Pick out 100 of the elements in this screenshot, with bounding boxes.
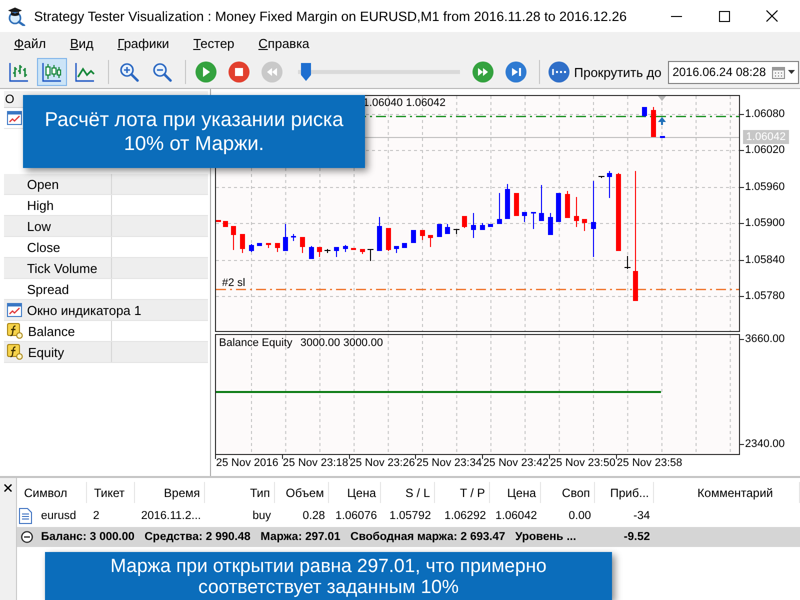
candlestick <box>360 248 365 254</box>
scroll-to-button[interactable]: Прокрутить до <box>545 58 666 86</box>
candlestick <box>394 246 399 254</box>
candlestick <box>283 224 288 252</box>
time-label: 25 Nov 23:50 <box>550 457 616 470</box>
row-label: Окно индикатора 1 <box>27 302 142 318</box>
candlestick <box>471 212 476 238</box>
row-label: Balance <box>28 324 75 338</box>
function-icon <box>7 323 23 339</box>
candlestick <box>480 222 485 230</box>
rewind-icon <box>261 61 283 83</box>
row-label: Open <box>27 176 59 192</box>
column-header[interactable]: T / P <box>435 482 490 503</box>
time-label: 25 Nov 23:18 <box>282 457 348 470</box>
column-header[interactable]: Тип <box>205 482 275 503</box>
arrow-up-icon <box>658 117 666 125</box>
collapse-button[interactable] <box>21 531 33 543</box>
profit-total: -9.52 <box>622 530 651 545</box>
document-icon <box>19 508 32 524</box>
candlestick <box>574 196 579 228</box>
price-label: 1.05840 <box>745 252 785 267</box>
price-label: 1.06020 <box>745 143 785 158</box>
stop-loss-label: #2 sl <box>222 277 246 290</box>
candlestick <box>402 242 407 248</box>
candlestick <box>275 242 280 252</box>
candlestick <box>505 184 510 220</box>
price-label: 1.05960 <box>745 180 785 194</box>
column-header[interactable]: Цена <box>329 482 381 503</box>
price-label: 2340.00 <box>745 437 785 451</box>
column-header[interactable]: Цена <box>490 482 541 503</box>
chart-mode-button[interactable] <box>37 58 67 86</box>
chart-window-icon <box>7 303 22 317</box>
function-icon <box>7 344 23 360</box>
menu-item[interactable]: Вид <box>58 33 106 55</box>
row-label: High <box>27 198 54 212</box>
table-cell-text: 1.06042 <box>494 508 538 524</box>
candlestick <box>351 248 356 250</box>
callout: Расчёт лота при указании риска 10% от Маржи. <box>23 95 365 168</box>
column-header[interactable]: Время <box>135 482 205 503</box>
summary-item: Баланс: 3 000.00 <box>41 531 134 543</box>
zoom-in-icon <box>119 62 139 82</box>
column-header[interactable]: Тикет <box>87 482 135 503</box>
candlestick <box>334 246 339 258</box>
candlestick <box>291 234 296 242</box>
line-chart-icon <box>75 62 95 82</box>
summary-item: Средства: 2 990.48 <box>144 531 251 543</box>
indicator-values: 3000.00 3000.00 <box>300 337 383 350</box>
candlestick <box>497 192 502 224</box>
caret-icon[interactable] <box>788 70 796 74</box>
maximize-icon <box>718 10 730 22</box>
candlestick <box>257 242 262 246</box>
menu-item[interactable]: Справка <box>246 33 322 55</box>
table-cell-text: -34 <box>632 508 651 524</box>
column-header[interactable]: Объем <box>275 482 329 503</box>
column-header[interactable]: Приб... <box>595 482 654 503</box>
column-header[interactable]: Комментарий <box>654 482 800 503</box>
candlestick <box>324 248 331 254</box>
current-price-label: 1.06042 <box>743 130 789 144</box>
play-icon <box>195 61 217 83</box>
date-field[interactable]: 2016.06.24 08:28 <box>668 60 800 84</box>
row-label: Equity <box>28 344 64 360</box>
candlestick <box>300 236 305 254</box>
menu-item[interactable]: Графики <box>106 33 182 55</box>
zoom-out-icon <box>152 62 172 82</box>
candlestick <box>556 192 561 222</box>
table-cell-text: 1.06292 <box>443 508 487 524</box>
close-icon <box>766 10 778 22</box>
dotted-circle-icon <box>548 61 570 83</box>
candlestick <box>386 228 391 252</box>
time-label: 25 Nov 2016 <box>216 457 278 470</box>
menu-item[interactable]: Тестер <box>181 33 246 55</box>
column-header[interactable]: S / L <box>381 482 435 503</box>
table-cell-text: 0.28 <box>302 508 326 524</box>
candlestick <box>488 224 493 228</box>
row-label: Tick Volume <box>27 260 98 276</box>
candlestick <box>377 216 382 252</box>
column-header[interactable]: Символ <box>17 482 87 503</box>
price-readout: 1.06040 1.06042 <box>363 97 446 110</box>
close-button[interactable] <box>2 481 14 494</box>
candlestick <box>548 212 553 236</box>
candlestick <box>317 246 322 258</box>
candlestick <box>642 106 647 118</box>
price-label: 3660.00 <box>745 332 785 346</box>
chart-window-icon <box>7 111 22 125</box>
candlestick <box>367 248 374 262</box>
slider-thumb[interactable] <box>301 63 312 81</box>
price-label: 1.06080 <box>745 107 785 121</box>
table-cell-text: buy <box>251 508 272 524</box>
column-header[interactable]: Своп <box>541 482 595 503</box>
calendar-icon[interactable] <box>772 66 786 78</box>
time-label: 25 Nov 23:58 <box>616 457 682 470</box>
candlestick <box>660 136 665 138</box>
table-cell-text: 1.06076 <box>334 508 378 524</box>
collapse-icon <box>21 531 33 543</box>
menu-item[interactable]: Файл <box>2 33 58 55</box>
candlestick <box>514 192 519 216</box>
time-label: 25 Nov 23:34 <box>416 457 482 470</box>
table-cell-text: 2 <box>92 508 100 524</box>
row-label: Spread <box>27 282 69 296</box>
candlestick <box>231 226 236 250</box>
